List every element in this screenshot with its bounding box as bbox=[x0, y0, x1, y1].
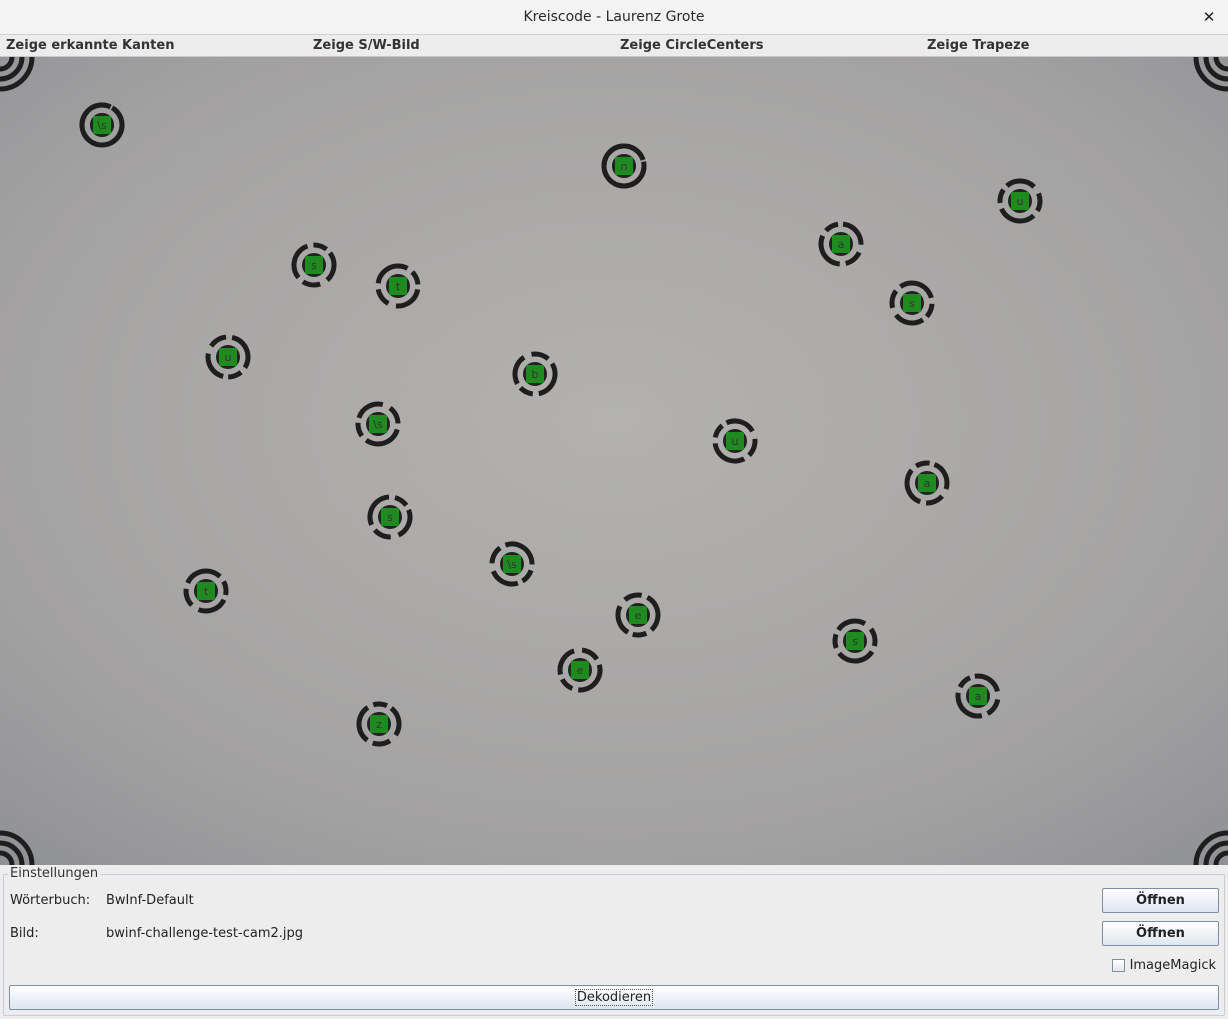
marker-label: b bbox=[532, 368, 539, 381]
settings-legend: Einstellungen bbox=[8, 866, 101, 881]
marker-label: a bbox=[924, 477, 931, 490]
open-dictionary-button[interactable]: Öffnen bbox=[1102, 888, 1219, 913]
marker-label: t bbox=[204, 585, 209, 598]
marker-label: a bbox=[838, 238, 845, 251]
marker-label: z bbox=[376, 718, 382, 731]
marker-label: e bbox=[635, 609, 642, 622]
window-title: Kreiscode - Laurenz Grote bbox=[523, 9, 705, 25]
window-titlebar: Kreiscode - Laurenz Grote ✕ bbox=[0, 0, 1228, 35]
camera-image: Kauastsub\suast\seesaz\sn bbox=[0, 57, 1228, 865]
settings-panel: Einstellungen Wörterbuch: BwInf-Default … bbox=[3, 866, 1225, 1016]
marker-label: s bbox=[311, 259, 317, 272]
dictionary-value: BwInf-Default bbox=[106, 893, 194, 908]
marker-label: \s bbox=[507, 558, 517, 571]
imagemagick-checkbox[interactable] bbox=[1111, 959, 1125, 972]
close-icon[interactable]: ✕ bbox=[1200, 8, 1218, 26]
marker-label: u bbox=[732, 435, 739, 448]
menu-show-edges[interactable]: Zeige erkannte Kanten bbox=[6, 38, 174, 53]
decode-button[interactable]: Dekodieren bbox=[9, 985, 1219, 1010]
imagemagick-option[interactable]: ImageMagick bbox=[1111, 958, 1216, 973]
image-value: bwinf-challenge-test-cam2.jpg bbox=[106, 926, 303, 941]
image-label: Bild: bbox=[10, 926, 39, 941]
menu-show-trapeze[interactable]: Zeige Trapeze bbox=[927, 38, 1029, 53]
marker-label: u bbox=[1017, 195, 1024, 208]
marker-label: s bbox=[852, 635, 858, 648]
menu-show-bw-image[interactable]: Zeige S/W-Bild bbox=[313, 38, 420, 53]
marker-label: s bbox=[387, 511, 393, 524]
menu-show-circle-centers[interactable]: Zeige CircleCenters bbox=[620, 38, 764, 53]
decode-label: Dekodieren bbox=[574, 989, 654, 1006]
marker-label: u bbox=[225, 351, 232, 364]
marker-label: n bbox=[621, 160, 628, 173]
marker-label: a bbox=[975, 690, 982, 703]
marker-label: \s bbox=[97, 119, 107, 132]
marker-label: s bbox=[909, 297, 915, 310]
marker-label: e bbox=[577, 664, 584, 677]
open-image-button[interactable]: Öffnen bbox=[1102, 921, 1219, 946]
marker-label: t bbox=[396, 280, 401, 293]
imagemagick-label: ImageMagick bbox=[1129, 958, 1216, 973]
dictionary-label: Wörterbuch: bbox=[10, 893, 91, 908]
menu-bar: Zeige erkannte Kanten Zeige S/W-Bild Zei… bbox=[0, 36, 1228, 57]
image-viewer: Kauastsub\suast\seesaz\sn bbox=[0, 57, 1228, 865]
marker-label: \s bbox=[373, 418, 383, 431]
